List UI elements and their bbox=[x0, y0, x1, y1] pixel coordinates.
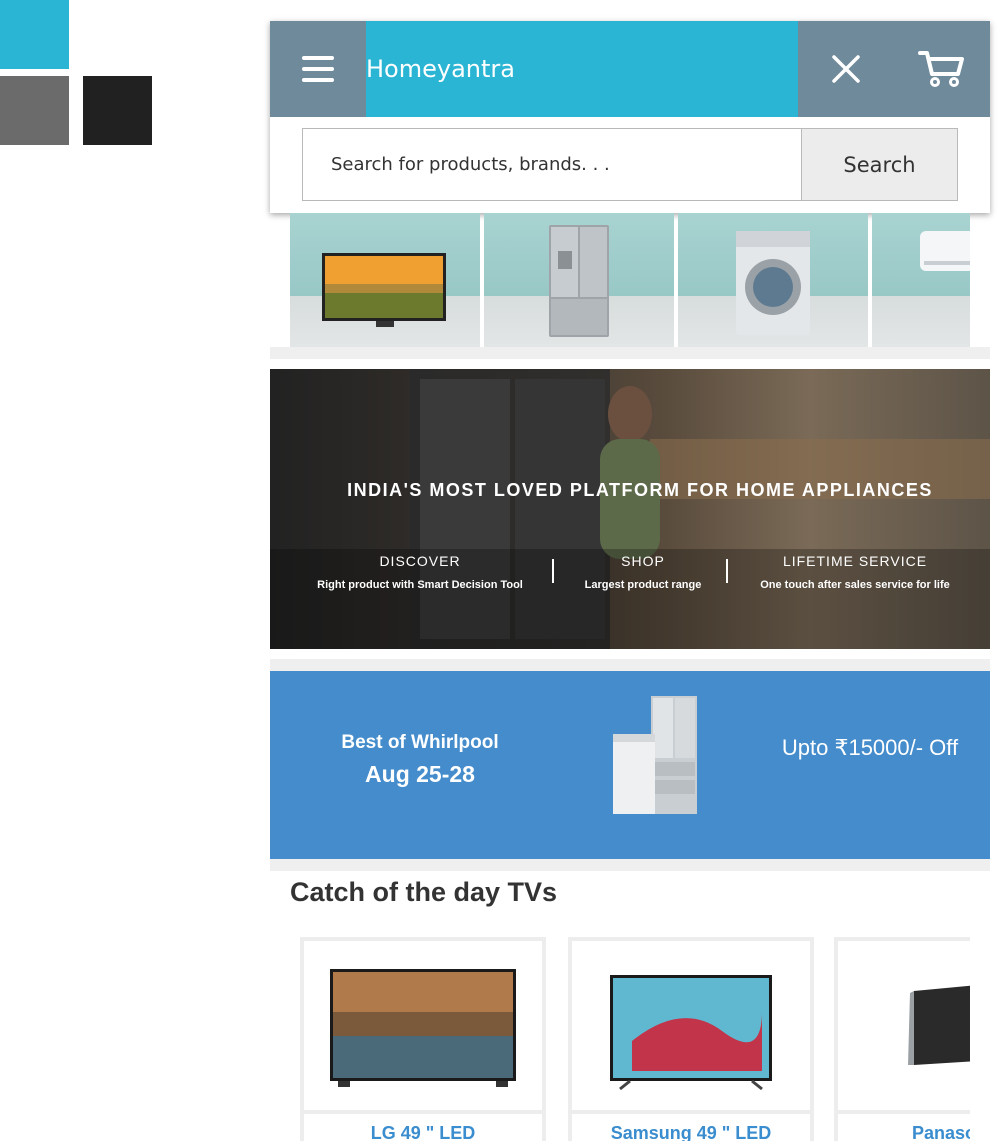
whirlpool-appliances-image bbox=[613, 696, 697, 814]
product-card[interactable]: Samsung 49 " LED bbox=[568, 937, 814, 1141]
hero-discover: DISCOVER Right product with Smart Decisi… bbox=[300, 553, 540, 591]
product-name[interactable]: Panasonic bbox=[838, 1114, 970, 1141]
cart-icon bbox=[918, 51, 964, 87]
hero-banner[interactable]: INDIA'S MOST LOVED PLATFORM FOR HOME APP… bbox=[270, 369, 990, 649]
divider bbox=[270, 347, 990, 359]
hero-service-heading: LIFETIME SERVICE bbox=[782, 553, 928, 569]
product-image bbox=[572, 941, 810, 1110]
hero-shop-heading: SHOP bbox=[621, 553, 665, 569]
decor-square-cyan bbox=[0, 0, 69, 69]
header: Homeyantra Search bbox=[270, 21, 990, 213]
section-title: Catch of the day TVs bbox=[290, 877, 558, 907]
search-button[interactable]: Search bbox=[801, 128, 958, 201]
hero-discover-sub: Right product with Smart Decision Tool bbox=[317, 579, 523, 591]
product-card[interactable]: Panasonic bbox=[834, 937, 970, 1141]
category-carousel[interactable] bbox=[290, 213, 970, 347]
hero-divider bbox=[726, 559, 728, 583]
search-input[interactable] bbox=[302, 128, 801, 201]
refrigerator-image bbox=[549, 225, 609, 337]
divider bbox=[270, 859, 990, 871]
cart-button[interactable] bbox=[894, 21, 990, 117]
divider bbox=[270, 659, 990, 671]
hero-title: INDIA'S MOST LOVED PLATFORM FOR HOME APP… bbox=[347, 480, 933, 500]
category-tile-washing-machine[interactable] bbox=[678, 213, 868, 347]
hero-service-sub: One touch after sales service for life bbox=[760, 579, 950, 591]
product-card[interactable]: LG 49 " LED bbox=[300, 937, 546, 1141]
product-image bbox=[304, 941, 542, 1110]
menu-icon bbox=[302, 56, 334, 82]
washing-machine-image bbox=[736, 231, 810, 335]
hero-shop: SHOP Largest product range bbox=[563, 553, 723, 591]
hero-discover-heading: DISCOVER bbox=[379, 553, 461, 569]
close-icon bbox=[832, 55, 860, 83]
air-conditioner-image bbox=[920, 231, 970, 271]
tv-image bbox=[322, 253, 446, 327]
page: Homeyantra Search for products, brands. … bbox=[0, 0, 1006, 1141]
hero-divider bbox=[552, 559, 554, 583]
promo-dates: Aug 25-28 bbox=[365, 761, 475, 787]
promo-offer: Upto ₹15000/- Off bbox=[781, 735, 959, 760]
promo-title: Best of Whirlpool bbox=[341, 732, 499, 753]
hero-image bbox=[270, 369, 990, 649]
category-tile-refrigerator[interactable] bbox=[484, 213, 674, 347]
close-button[interactable] bbox=[798, 21, 894, 117]
product-image bbox=[838, 941, 970, 1110]
product-name[interactable]: LG 49 " LED bbox=[304, 1114, 542, 1141]
decor-square-gray bbox=[0, 76, 69, 145]
brand-logo[interactable]: Homeyantra bbox=[366, 21, 515, 117]
top-bar: Homeyantra bbox=[270, 21, 990, 117]
promo-banner[interactable]: Best of Whirlpool Aug 25-28 Upto ₹15000/… bbox=[270, 671, 990, 859]
product-name[interactable]: Samsung 49 " LED bbox=[572, 1114, 810, 1141]
product-carousel[interactable]: LG 49 " LED Samsung 49 " LED Panas bbox=[300, 937, 970, 1141]
hero-shop-sub: Largest product range bbox=[584, 579, 702, 591]
category-tile-air-conditioner[interactable] bbox=[872, 213, 970, 347]
decor-square-black bbox=[83, 76, 152, 145]
hero-service: LIFETIME SERVICE One touch after sales s… bbox=[740, 553, 970, 591]
category-tile-tv[interactable] bbox=[290, 213, 480, 347]
menu-button[interactable] bbox=[270, 21, 366, 117]
